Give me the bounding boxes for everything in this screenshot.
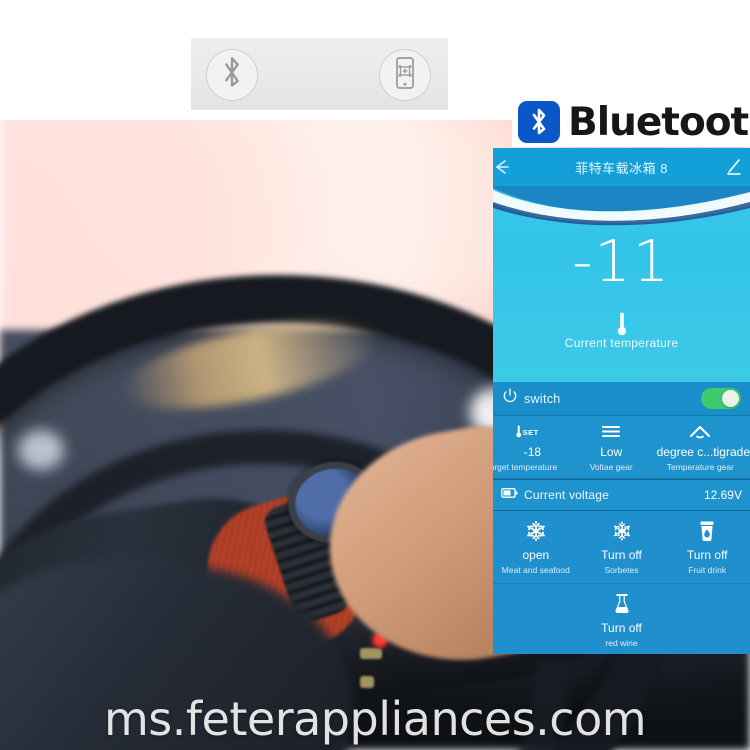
hamburger-lines-icon (572, 422, 651, 440)
switch-row[interactable]: switch (493, 382, 750, 416)
pairing-icons-strip (191, 38, 448, 110)
screenshot-stage: Bluetooth 菲特车载冰箱 8 (0, 0, 750, 750)
voltage-gear-caption: Voltae gear (589, 462, 633, 472)
cut-off-caption (150, 0, 500, 10)
current-temperature-value: -11 (571, 229, 672, 295)
mode-sorbetes[interactable]: Turn off Sorbetes (579, 511, 665, 575)
mode-fruit-caption: Fruit drink (688, 565, 727, 575)
snowflake-detailed-icon (579, 520, 665, 542)
mode-sorbetes-caption: Sorbetes (604, 565, 639, 575)
current-voltage-label: Current voltage (524, 488, 610, 502)
current-voltage-row: Current voltage 12.69V (493, 479, 750, 511)
phone-app-icon (393, 56, 417, 95)
mode-red-wine-value: Turn off (601, 621, 642, 635)
wave-graphic (493, 186, 750, 232)
site-watermark: ms.feterappliances.com (103, 692, 647, 746)
mode-meat-value: open (522, 548, 550, 562)
mode-red-wine-caption: red wine (605, 638, 638, 648)
power-toggle[interactable] (701, 388, 741, 409)
voltage-gear-value: Low (600, 445, 623, 459)
temperature-gear-caption: Temperature gear (666, 462, 734, 472)
app-header: 菲特车载冰箱 8 (493, 148, 750, 186)
mode-red-wine[interactable]: Turn off red wine (493, 584, 750, 648)
photo-control-button (360, 648, 382, 659)
phone-app-pair-button[interactable] (379, 49, 431, 101)
bluetooth-pair-button[interactable] (206, 49, 258, 101)
wine-flask-icon (493, 593, 750, 615)
toggle-knob (722, 390, 739, 407)
target-temperature-control[interactable]: SET -18 arget temperature (493, 416, 572, 472)
fridge-app-panel: 菲特车载冰箱 8 -11 Current temperature switch … (493, 148, 750, 678)
power-icon (502, 388, 518, 409)
bluetooth-icon (217, 56, 247, 95)
back-arrow-icon[interactable] (493, 157, 511, 177)
target-temperature-value: -18 (523, 445, 542, 459)
svg-text:SET: SET (523, 427, 539, 436)
chevron-up-icon (651, 422, 750, 440)
temperature-gear-control[interactable]: degree c...tigrade Temperature gear (651, 416, 750, 472)
drink-cup-icon (664, 520, 750, 542)
pencil-edit-icon[interactable] (724, 157, 744, 177)
app-title: 菲特车载冰箱 8 (575, 160, 668, 176)
mode-row-primary: open Meat and seafood Turn off Sorbetes … (493, 511, 750, 584)
temperature-gear-value: degree c...tigrade (656, 445, 750, 459)
bluetooth-wordmark: Bluetooth (568, 99, 750, 145)
temperature-hero: -11 Current temperature (493, 186, 750, 382)
battery-icon (501, 486, 518, 504)
set-thermometer-icon: SET (493, 422, 572, 440)
current-temperature-label: Current temperature (564, 336, 679, 350)
bluetooth-logo: Bluetooth (512, 97, 750, 147)
voltage-gear-control[interactable]: Low Voltae gear (572, 416, 651, 472)
mode-row-secondary: Turn off red wine (493, 584, 750, 654)
current-voltage-value: 12.69V (703, 488, 742, 502)
photo-control-button (360, 676, 374, 688)
mode-fruit-drink[interactable]: Turn off Fruit drink (664, 511, 750, 575)
mode-meat-and-seafood[interactable]: open Meat and seafood (493, 511, 579, 575)
mode-meat-caption: Meat and seafood (501, 565, 570, 575)
snowflake-icon (493, 520, 579, 542)
mode-sorbetes-value: Turn off (601, 548, 642, 562)
switch-label: switch (524, 391, 561, 406)
bluetooth-logo-icon (518, 101, 560, 143)
target-temperature-caption: arget temperature (493, 462, 558, 472)
mode-fruit-value: Turn off (686, 548, 728, 562)
gear-settings-row: SET -18 arget temperature Low Voltae gea… (493, 416, 750, 479)
